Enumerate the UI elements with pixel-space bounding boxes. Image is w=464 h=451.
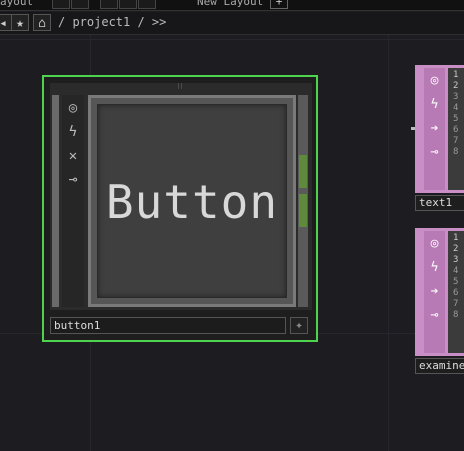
network-path[interactable]: / project1 / >> [58, 15, 166, 29]
examine-dat-name-field[interactable]: examine [415, 358, 464, 374]
line-number: 1 [453, 70, 459, 80]
line-number: 6 [453, 125, 459, 135]
button-panel[interactable]: Button [97, 104, 287, 298]
layout-slot-3[interactable] [100, 0, 118, 9]
dat-line-numbers: 1 2 3 4 5 6 7 8 [453, 70, 458, 158]
node-output-strip [298, 95, 308, 307]
output-connector-1[interactable] [299, 155, 307, 188]
dat-flag-column: ◎ ϟ ➔ ⊸ [424, 68, 445, 190]
node-left-strip [52, 95, 59, 307]
line-number: 8 [453, 310, 459, 320]
lock-icon[interactable]: ⊸ [424, 305, 445, 326]
output-connector-2[interactable] [299, 194, 307, 227]
line-number: 8 [453, 147, 459, 157]
node-viewer[interactable]: Button [88, 95, 296, 307]
layout-slot-4[interactable] [119, 0, 137, 9]
text-dat-node[interactable]: ◎ ϟ ➔ ⊸ 1 2 3 4 5 6 7 8 [415, 65, 464, 193]
viewer-toggle-icon[interactable]: ◎ [63, 98, 83, 118]
grid-line [0, 39, 464, 40]
layout-slot-5[interactable] [138, 0, 156, 9]
bypass-icon[interactable]: ✕ [63, 146, 83, 166]
top-layout-bar: ayout New Layout + [0, 0, 464, 11]
line-number: 3 [453, 92, 459, 102]
line-number: 7 [453, 136, 459, 146]
node-body: ◎ ϟ ✕ ⊸ Button [50, 83, 312, 310]
button-label: Button [105, 175, 279, 229]
line-number: 6 [453, 288, 459, 298]
home-icon[interactable]: ⌂ [33, 14, 51, 31]
dat-flag-column: ◎ ϟ ➔ ⊸ [424, 231, 445, 353]
dat-line-numbers: 1 2 3 4 5 6 7 8 [453, 233, 458, 321]
node-flag-column: ◎ ϟ ✕ ⊸ [62, 95, 84, 307]
arrow-right-icon[interactable]: ➔ [424, 281, 445, 302]
cook-icon[interactable]: ϟ [424, 94, 445, 115]
line-number: 2 [453, 244, 459, 254]
viewer-toggle-icon[interactable]: ◎ [424, 233, 445, 254]
star-icon[interactable]: ★ [11, 14, 29, 31]
new-layout-label: New Layout [197, 0, 264, 8]
viewer-toggle-icon[interactable]: ◎ [424, 70, 445, 91]
grid-line [388, 35, 389, 451]
dat-viewer[interactable]: 1 2 3 4 5 6 7 8 [448, 68, 464, 190]
layout-slot-1[interactable] [52, 0, 70, 9]
line-number: 2 [453, 81, 459, 91]
node-name-field[interactable]: button1 [50, 317, 286, 334]
node-top-tick [178, 83, 179, 89]
line-number: 1 [453, 233, 459, 243]
line-number: 3 [453, 255, 459, 265]
cook-icon[interactable]: ϟ [424, 257, 445, 278]
line-number: 7 [453, 299, 459, 309]
node-add-button[interactable]: ✦ [290, 317, 308, 334]
examine-dat-node[interactable]: ◎ ϟ ➔ ⊸ 1 2 3 4 5 6 7 8 [415, 228, 464, 356]
cook-icon[interactable]: ϟ [63, 122, 83, 142]
add-layout-button[interactable]: + [270, 0, 288, 9]
layout-slot-2[interactable] [71, 0, 89, 9]
line-number: 5 [453, 114, 459, 124]
dat-viewer[interactable]: 1 2 3 4 5 6 7 8 [448, 231, 464, 353]
button-comp-node[interactable]: ◎ ϟ ✕ ⊸ Button button1 ✦ [42, 75, 318, 342]
line-number: 5 [453, 277, 459, 287]
arrow-right-icon[interactable]: ➔ [424, 118, 445, 139]
text-dat-name-field[interactable]: text1 [415, 195, 464, 211]
layout-label: ayout [0, 0, 34, 8]
line-number: 4 [453, 266, 459, 276]
path-bar: ◂ ★ ⌂ / project1 / >> [0, 12, 464, 35]
node-top-tick [181, 83, 182, 89]
lock-icon[interactable]: ⊸ [63, 170, 83, 190]
lock-icon[interactable]: ⊸ [424, 142, 445, 163]
line-number: 4 [453, 103, 459, 113]
